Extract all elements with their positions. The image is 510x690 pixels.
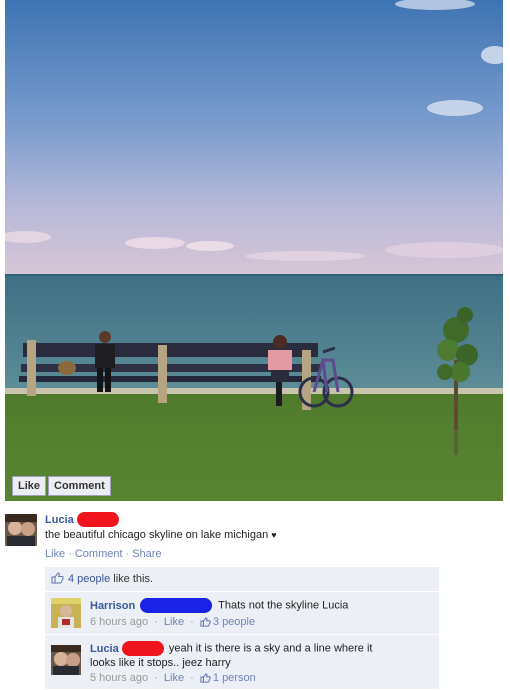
heart-icon: ♥: [271, 530, 277, 540]
post-author[interactable]: Lucia: [45, 514, 74, 526]
likes-summary: 4 people like this.: [45, 567, 439, 592]
comment-text: Thats not the skyline Lucia: [218, 599, 349, 612]
comment-time: 5 hours ago: [90, 672, 149, 684]
comment-time: 6 hours ago: [90, 616, 149, 628]
post-share-link[interactable]: Share: [132, 548, 161, 560]
comment-body: Harrison Thats not the skyline Lucia 6 h…: [90, 598, 433, 630]
avatar[interactable]: [51, 598, 81, 628]
feedback-box: 4 people like this. Harrison Thats not t…: [45, 567, 439, 690]
thumbs-up-icon: [51, 569, 64, 593]
comment-text-line-1: yeah it is there is a sky and a line whe…: [168, 642, 373, 655]
thumbs-up-icon: [200, 673, 211, 686]
post-comment-link[interactable]: Comment: [75, 548, 123, 560]
photo[interactable]: [5, 0, 503, 501]
separator: ·: [68, 548, 72, 560]
comment-like-link[interactable]: Like: [164, 616, 184, 628]
post-actions: Like · Comment · Share: [45, 548, 445, 560]
post-body: Lucia the beautiful chicago skyline on l…: [45, 512, 445, 560]
avatar[interactable]: [51, 645, 81, 675]
comment-author[interactable]: Harrison: [90, 600, 135, 612]
comment-likes-link[interactable]: 3 people: [213, 616, 255, 628]
photo-like-button[interactable]: Like: [12, 476, 47, 496]
post-like-link[interactable]: Like: [45, 548, 65, 560]
comment: Lucia yeah it is there is a sky and a li…: [45, 635, 439, 690]
comment-text-line-2: looks like it stops.. jeez harry: [90, 657, 231, 669]
redaction-mark: [76, 512, 119, 527]
thumbs-up-icon: [200, 617, 211, 630]
likes-suffix: like this.: [113, 573, 154, 585]
comment-author[interactable]: Lucia: [90, 643, 119, 655]
comment-meta: 5 hours ago · Like · 1 person: [90, 672, 256, 686]
avatar[interactable]: [5, 514, 37, 546]
comment-likes-link[interactable]: 1 person: [213, 672, 256, 684]
likes-count-link[interactable]: 4 people: [68, 573, 110, 585]
comment-body: Lucia yeah it is there is a sky and a li…: [90, 641, 433, 686]
photo-action-bar: Like Comment: [12, 476, 111, 496]
redaction-mark: [121, 641, 164, 656]
separator: ·: [125, 548, 130, 560]
lakefront-photo: [5, 0, 503, 501]
photo-comment-button[interactable]: Comment: [48, 476, 111, 496]
comment-like-link[interactable]: Like: [164, 672, 184, 684]
redaction-mark: [140, 598, 213, 613]
post-text: the beautiful chicago skyline on lake mi…: [45, 529, 269, 541]
comment: Harrison Thats not the skyline Lucia 6 h…: [45, 592, 439, 635]
comment-meta: 6 hours ago · Like · 3 people: [90, 616, 256, 630]
